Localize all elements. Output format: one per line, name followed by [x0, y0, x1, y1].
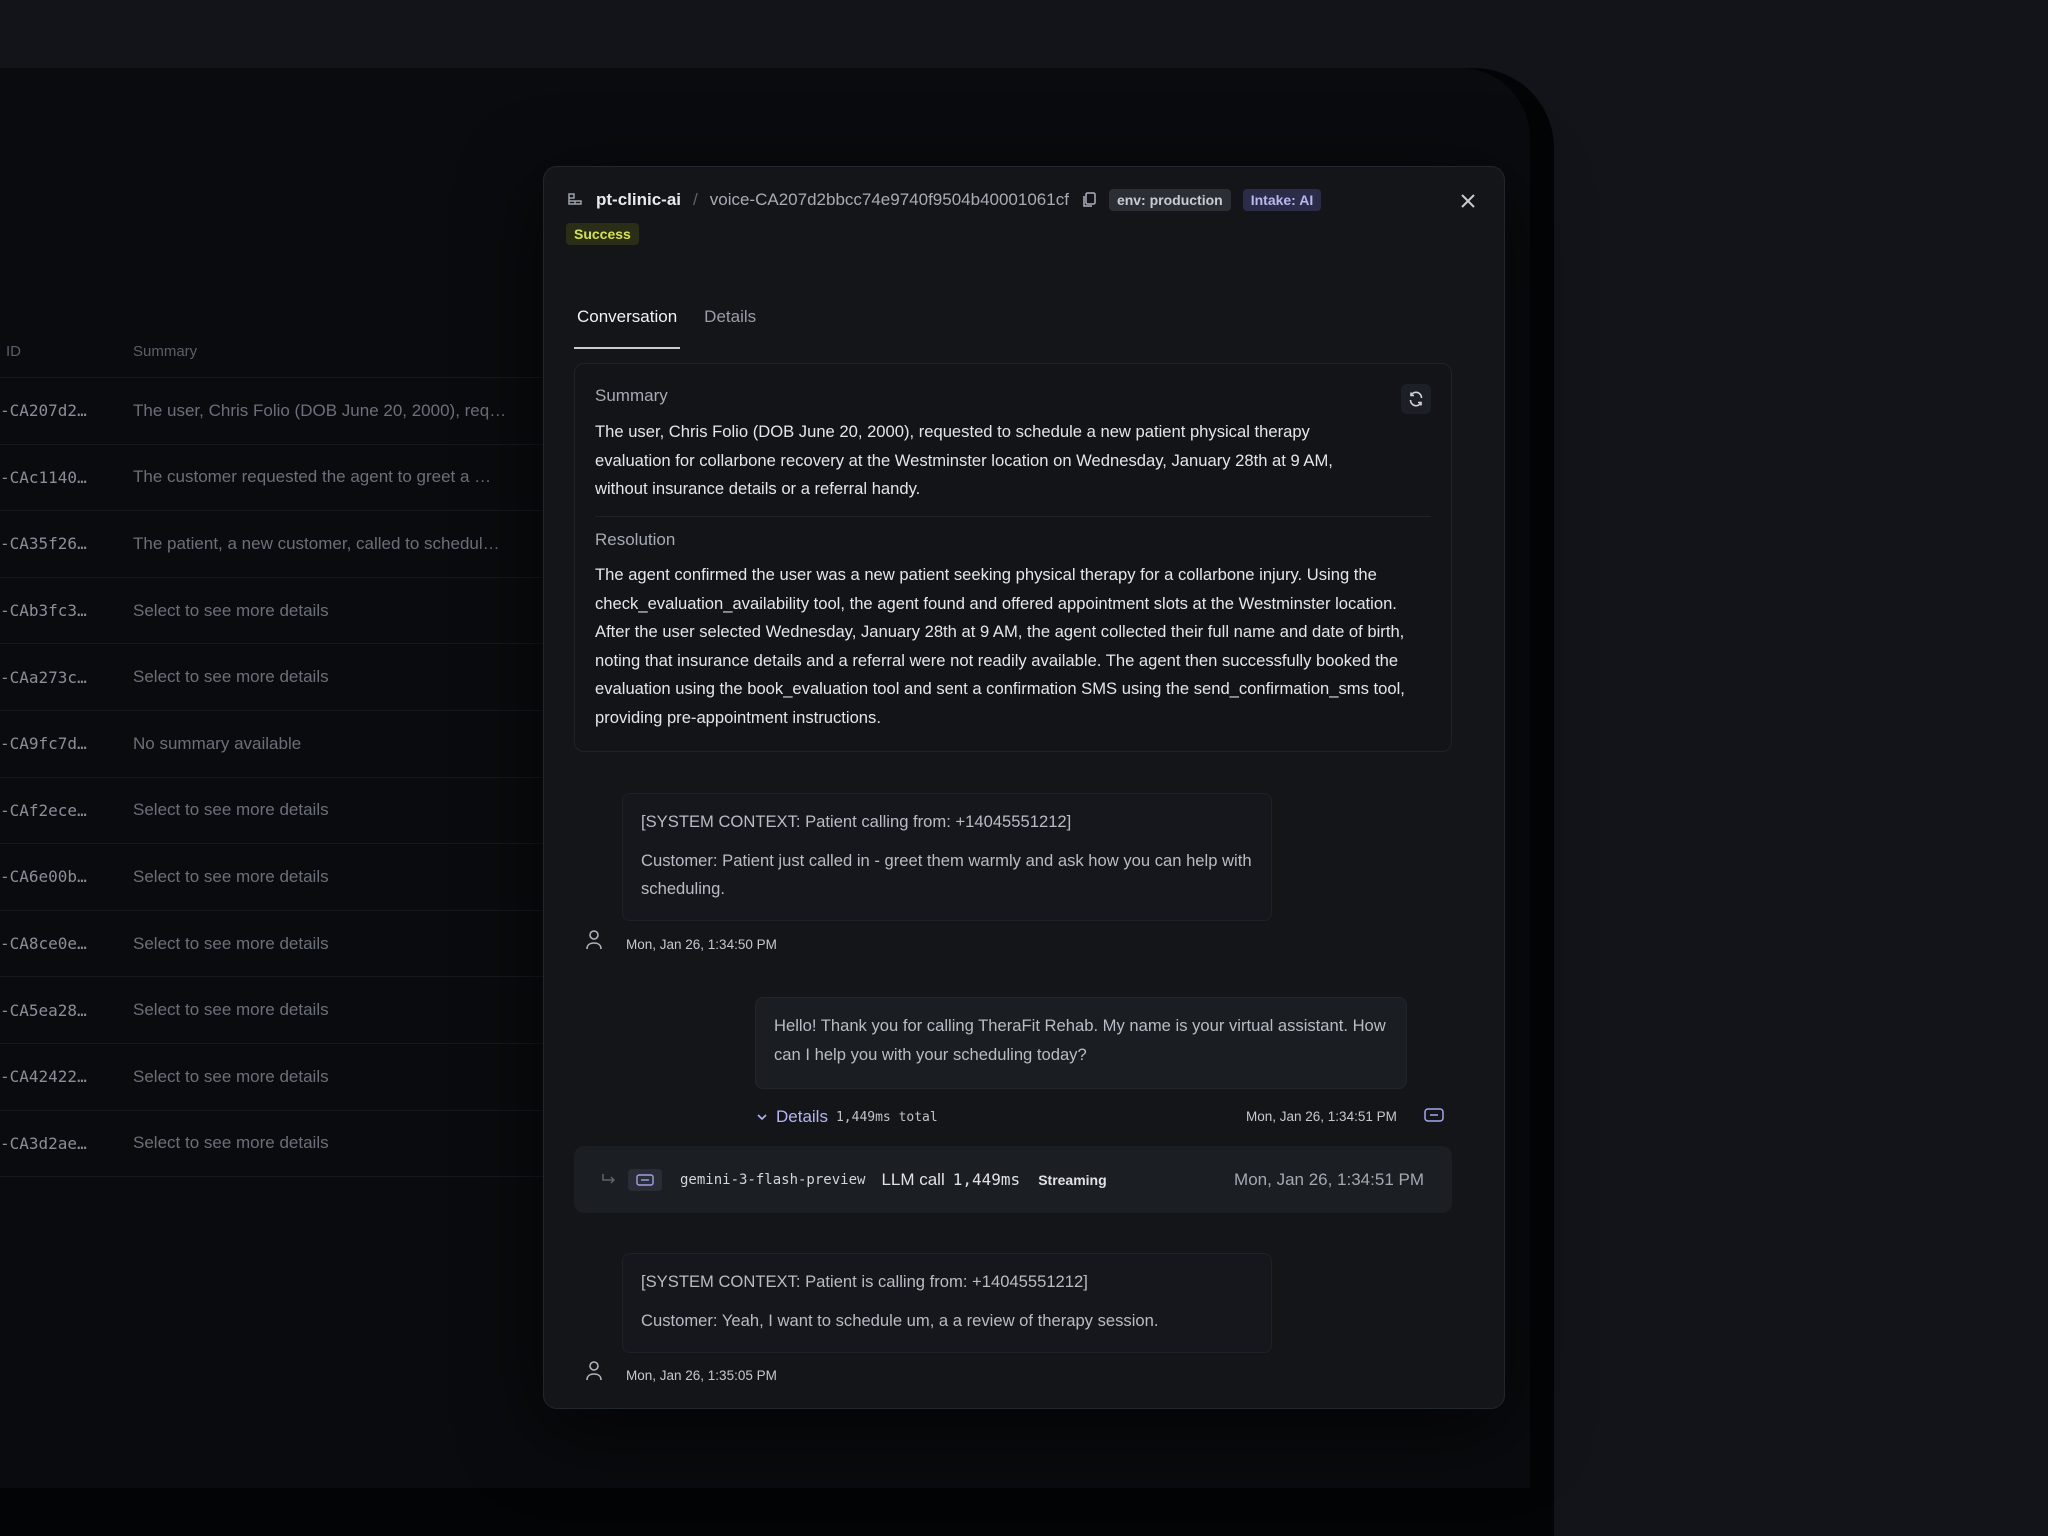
user-message: [SYSTEM CONTEXT: Patient is calling from…	[622, 1253, 1272, 1353]
trace-id: voice-CA207d2bbcc74e9740f9504b40001061cf	[709, 190, 1069, 209]
llm-call-timestamp: Mon, Jan 26, 1:34:51 PM	[1234, 1169, 1424, 1189]
close-icon	[1461, 194, 1475, 208]
row-id: -CA8ce0e…	[0, 934, 87, 954]
row-summary: Select to see more details	[133, 1000, 329, 1020]
table-row[interactable]: -CA42422… Select to see more details	[0, 1044, 545, 1111]
traces-table: ID Summary -CA207d2… The user, Chris Foli…	[0, 326, 545, 1178]
table-row[interactable]: -CA3d2ae… Select to see more details	[0, 1111, 545, 1178]
summary-card: Summary The user, Chris Folio (DOB June …	[574, 363, 1452, 752]
env-tag: env: production	[1108, 189, 1231, 211]
resolution-text: The agent confirmed the user was a new p…	[595, 565, 1405, 727]
row-id: -CAa273c…	[0, 667, 87, 687]
summary-title: Summary	[595, 386, 668, 405]
row-id: -CAb3fc3…	[0, 601, 87, 621]
row-summary: The user, Chris Folio (DOB June 20, 2000…	[133, 400, 507, 420]
trace-tree-icon	[568, 193, 582, 205]
row-summary: The customer requested the agent to gree…	[133, 467, 492, 487]
table-row[interactable]: -CA6e00b… Select to see more details	[0, 844, 545, 911]
table-row[interactable]: -CAf2ece… Select to see more details	[0, 778, 545, 845]
row-id: -CA9fc7d…	[0, 734, 87, 754]
table-row[interactable]: -CA35f26… The patient, a new customer, ca…	[0, 511, 545, 578]
row-id: -CA6e00b…	[0, 867, 87, 887]
close-button[interactable]	[1458, 189, 1478, 215]
row-summary: Select to see more details	[133, 866, 329, 886]
chip-icon	[1424, 1108, 1444, 1122]
message-text: Customer: Yeah, I want to schedule um, a…	[641, 1310, 1159, 1330]
streaming-label: Streaming	[1038, 1171, 1107, 1188]
row-id: -CA207d2…	[0, 401, 87, 421]
row-summary: Select to see more details	[133, 933, 329, 953]
refresh-icon	[1409, 391, 1423, 407]
modal-header: pt-clinic-ai / voice-CA207d2bbcc74e9740f…	[566, 189, 1482, 211]
row-summary: Select to see more details	[133, 800, 329, 820]
row-id: -CAc1140…	[0, 467, 87, 487]
llm-call-duration: 1,449ms	[952, 1170, 1021, 1189]
row-id: -CA42422…	[0, 1067, 87, 1087]
table-row[interactable]: -CA207d2… The user, Chris Folio (DOB June…	[0, 378, 545, 445]
message-text: Hello! Thank you for calling TheraFit Re…	[774, 1016, 1386, 1064]
branch-arrow-icon	[602, 1173, 616, 1184]
row-summary: No summary available	[133, 733, 302, 753]
breadcrumb-separator: /	[693, 190, 698, 209]
row-summary: Select to see more details	[133, 1133, 329, 1153]
llm-call-row[interactable]: gemini-3-flash-preview LLM call 1,449ms …	[574, 1146, 1452, 1213]
tab-conversation[interactable]: Conversation	[574, 307, 681, 349]
table-row[interactable]: -CA9fc7d… No summary available	[0, 711, 545, 778]
message-text: Customer: Patient just called in - greet…	[641, 850, 1252, 899]
message-timestamp: Mon, Jan 26, 1:34:50 PM	[626, 937, 777, 952]
table-row[interactable]: -CA8ce0e… Select to see more details	[0, 911, 545, 978]
table-row[interactable]: -CAb3fc3… Select to see more details	[0, 578, 545, 645]
user-message: [SYSTEM CONTEXT: Patient calling from: +…	[622, 793, 1272, 921]
breadcrumb-project[interactable]: pt-clinic-ai	[596, 190, 681, 210]
tab-bar: Conversation Details	[574, 307, 756, 349]
status-badge: Success	[566, 223, 639, 245]
row-id: -CA35f26…	[0, 534, 87, 554]
column-header-id: ID	[6, 343, 21, 360]
resolution-title: Resolution	[595, 530, 676, 549]
refresh-button[interactable]	[1401, 384, 1431, 414]
row-summary: Select to see more details	[133, 1066, 329, 1086]
message-timestamp: Mon, Jan 26, 1:34:51 PM	[1246, 1109, 1397, 1124]
assistant-message: Hello! Thank you for calling TheraFit Re…	[755, 997, 1407, 1089]
table-row[interactable]: -CAa273c… Select to see more details	[0, 644, 545, 711]
section-divider	[595, 516, 1431, 517]
column-header-summary: Summary	[133, 343, 198, 360]
user-icon	[586, 930, 602, 950]
message-context: [SYSTEM CONTEXT: Patient is calling from…	[641, 1272, 1088, 1291]
model-chip-icon	[628, 1168, 662, 1191]
llm-call-label: LLM call	[881, 1169, 945, 1189]
row-summary: The patient, a new customer, called to s…	[133, 533, 500, 553]
message-timestamp: Mon, Jan 26, 1:35:05 PM	[626, 1368, 777, 1383]
summary-text: The user, Chris Folio (DOB June 20, 2000…	[595, 422, 1333, 498]
copy-icon[interactable]	[1081, 191, 1097, 209]
tab-details[interactable]: Details	[704, 307, 756, 349]
details-toggle[interactable]: Details 1,449ms total	[756, 1107, 938, 1127]
user-icon	[586, 1361, 602, 1381]
row-summary: Select to see more details	[133, 600, 329, 620]
model-name: gemini-3-flash-preview	[680, 1171, 866, 1188]
message-context: [SYSTEM CONTEXT: Patient calling from: +…	[641, 812, 1072, 831]
row-summary: Select to see more details	[133, 667, 329, 687]
chevron-down-icon	[757, 1114, 767, 1121]
table-row[interactable]: -CA5ea28… Select to see more details	[0, 977, 545, 1044]
row-id: -CA3d2ae…	[0, 1133, 87, 1153]
trace-modal: pt-clinic-ai / voice-CA207d2bbcc74e9740f…	[543, 166, 1505, 1409]
intake-tag: Intake: AI	[1242, 189, 1322, 211]
details-total: 1,449ms total	[835, 1109, 938, 1125]
table-header: ID Summary	[0, 326, 545, 378]
row-id: -CA5ea28…	[0, 1000, 87, 1020]
details-label: Details	[776, 1107, 828, 1126]
row-id: -CAf2ece…	[0, 800, 87, 820]
table-row[interactable]: -CAc1140… The customer requested the agen…	[0, 445, 545, 512]
